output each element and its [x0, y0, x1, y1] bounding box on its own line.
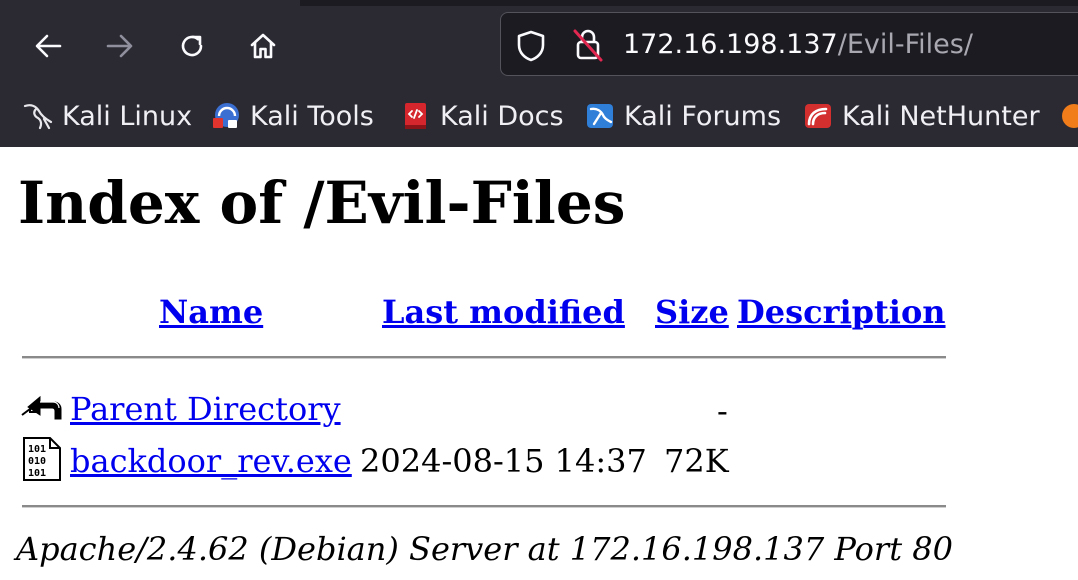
- forward-arrow-icon: [106, 34, 133, 58]
- reload-icon: [181, 35, 203, 57]
- kali-dragon-icon: [22, 100, 54, 132]
- list-item-size: -: [717, 392, 728, 430]
- back-button[interactable]: [26, 24, 70, 68]
- address-bar[interactable]: 172.16.198.137/Evil-Files/: [500, 12, 1078, 76]
- column-header-name[interactable]: Name: [159, 292, 263, 332]
- bookmark-label: Kali Forums: [624, 100, 782, 132]
- header-divider: [22, 356, 946, 359]
- bookmark-kali-docs[interactable]: Kali Docs: [400, 98, 564, 134]
- url-host: 172.16.198.137: [623, 29, 838, 60]
- bookmark-label: Kali Tools: [250, 100, 374, 132]
- list-item-name: Parent Directory: [70, 389, 341, 429]
- bookmark-kali-forums[interactable]: Kali Forums: [584, 98, 781, 134]
- bookmark-kali-tools[interactable]: Kali Tools: [210, 98, 374, 134]
- binary-file-icon: 101 010 101: [23, 437, 61, 481]
- list-item-name: backdoor_rev.exe: [70, 441, 352, 481]
- bookmark-label: Kali Docs: [440, 100, 564, 132]
- directory-listing-page: Index of /Evil-Files Name Last modified …: [0, 147, 1078, 580]
- file-link-backdoor[interactable]: backdoor_rev.exe: [70, 442, 352, 480]
- home-button[interactable]: [241, 24, 285, 68]
- bookmark-label: Kali Linux: [62, 100, 193, 132]
- column-header-description[interactable]: Description: [737, 292, 946, 332]
- forward-button[interactable]: [98, 24, 142, 68]
- back-folder-icon: [21, 395, 62, 420]
- url-text[interactable]: 172.16.198.137/Evil-Files/: [623, 25, 973, 65]
- back-arrow-icon: [35, 34, 62, 58]
- shield-icon[interactable]: [515, 29, 547, 63]
- tab-strip: [0, 0, 1078, 6]
- svg-text:101: 101: [28, 468, 46, 479]
- column-header-last-modified[interactable]: Last modified: [382, 292, 625, 332]
- insecure-lock-icon[interactable]: [571, 27, 605, 63]
- bookmark-overflow-partial[interactable]: [1058, 98, 1078, 134]
- kali-forums-icon: [584, 100, 616, 132]
- footer-divider: [22, 505, 946, 508]
- svg-text:101: 101: [28, 444, 46, 455]
- active-tab-edge[interactable]: [0, 0, 300, 6]
- column-header-size[interactable]: Size: [655, 292, 729, 332]
- list-item-size: 72K: [664, 442, 729, 480]
- svg-text:010: 010: [28, 456, 46, 467]
- kali-docs-icon: [400, 100, 432, 132]
- home-icon: [250, 33, 276, 59]
- url-path: /Evil-Files/: [837, 29, 973, 60]
- server-signature: Apache/2.4.62 (Debian) Server at 172.16.…: [16, 530, 953, 568]
- browser-chrome: 172.16.198.137/Evil-Files/ Kali Linux Ka…: [0, 0, 1078, 147]
- kali-tools-icon: [210, 100, 242, 132]
- kali-nethunter-icon: [802, 100, 834, 132]
- reload-button[interactable]: [170, 24, 214, 68]
- parent-directory-link[interactable]: Parent Directory: [70, 390, 341, 428]
- bookmark-kali-linux[interactable]: Kali Linux: [22, 98, 192, 134]
- bookmark-label: Kali NetHunter: [842, 100, 1040, 132]
- list-item-last-modified: 2024-08-15 14:37: [360, 442, 647, 480]
- bookmarks-toolbar: Kali Linux Kali Tools Kali Docs Kali For…: [0, 92, 1078, 142]
- bookmark-icon: [1058, 100, 1078, 132]
- page-title: Index of /Evil-Files: [18, 169, 626, 237]
- bookmark-kali-nethunter[interactable]: Kali NetHunter: [802, 98, 1040, 134]
